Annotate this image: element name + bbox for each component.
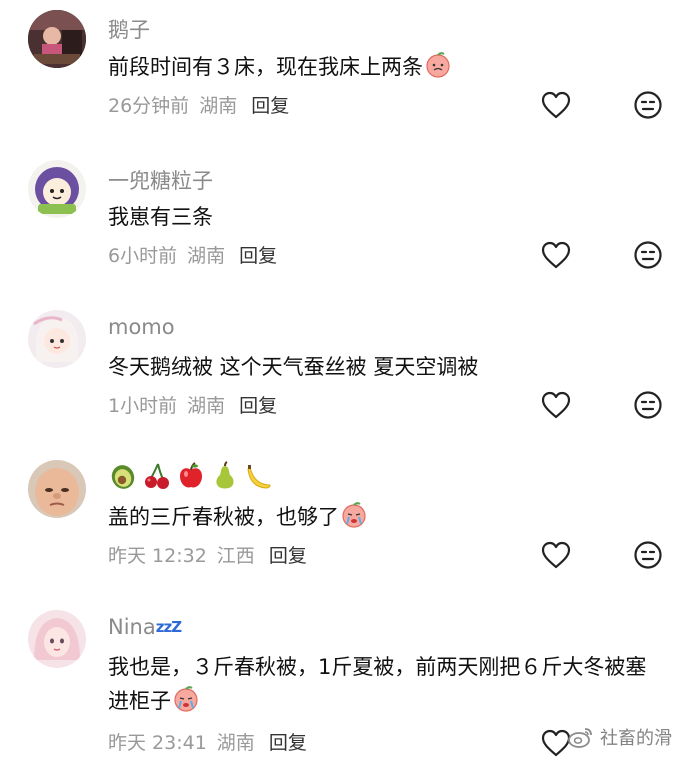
comment-text-body: 盖的三斤春秋被，也够了 bbox=[108, 505, 339, 529]
comment-text-body: 前段时间有３床，现在我床上两条 bbox=[108, 55, 423, 79]
comment-location: 湖南 bbox=[187, 395, 226, 417]
reply-button[interactable]: 回复 bbox=[239, 245, 277, 267]
like-button[interactable] bbox=[539, 538, 573, 572]
reply-button[interactable]: 回复 bbox=[239, 395, 277, 417]
avatar[interactable] bbox=[28, 160, 86, 218]
reply-button[interactable]: 回复 bbox=[269, 545, 307, 567]
neutral-face-icon bbox=[634, 391, 662, 419]
avatar[interactable] bbox=[28, 610, 86, 668]
dislike-button[interactable] bbox=[631, 538, 665, 572]
like-button[interactable] bbox=[539, 388, 573, 422]
neutral-face-icon bbox=[634, 91, 662, 119]
comment-location: 江西 bbox=[216, 545, 255, 567]
crying-peach-emoji-icon bbox=[174, 686, 198, 712]
like-button[interactable] bbox=[539, 88, 573, 122]
username[interactable]: 鹅子 bbox=[108, 14, 150, 44]
comment-time: 昨天 12:32 bbox=[108, 545, 207, 567]
watermark: 社畜的滑 bbox=[568, 724, 672, 750]
username-text: Nina bbox=[108, 615, 156, 639]
username[interactable]: momo bbox=[108, 315, 175, 339]
comment-meta: 26分钟前 湖南 回复 bbox=[108, 91, 289, 118]
comment-time: 1小时前 bbox=[108, 395, 178, 417]
like-button[interactable] bbox=[539, 238, 573, 272]
dislike-button[interactable] bbox=[631, 88, 665, 122]
comment-meta: 昨天 23:41 湖南 回复 bbox=[108, 728, 307, 755]
avocado-icon bbox=[111, 465, 135, 489]
neutral-face-icon bbox=[634, 241, 662, 269]
username[interactable]: NinazzZ bbox=[108, 615, 182, 639]
dislike-button[interactable] bbox=[631, 238, 665, 272]
heart-icon bbox=[541, 91, 571, 119]
comment-text: 前段时间有３床，现在我床上两条 bbox=[108, 50, 650, 84]
avatar[interactable] bbox=[28, 10, 86, 68]
username-emoji-row[interactable] bbox=[108, 461, 278, 491]
reply-button[interactable]: 回复 bbox=[269, 732, 307, 754]
comment-location: 湖南 bbox=[199, 95, 238, 117]
heart-icon bbox=[541, 729, 571, 757]
reply-button[interactable]: 回复 bbox=[251, 95, 289, 117]
heart-icon bbox=[541, 241, 571, 269]
comment-text: 我也是，３斤春秋被，1斤夏被，前两天刚把６斤大冬被塞进柜子 bbox=[108, 650, 650, 718]
banana-icon bbox=[247, 465, 271, 489]
weibo-logo-icon bbox=[568, 728, 592, 748]
watermark-text: 社畜的滑 bbox=[600, 728, 672, 749]
comment-text-body: 冬天鹅绒被 这个天气蚕丝被 夏天空调被 bbox=[108, 355, 479, 379]
pear-icon bbox=[216, 461, 234, 489]
heart-icon bbox=[541, 391, 571, 419]
comment-text: 我崽有三条 bbox=[108, 200, 650, 234]
comment-time: 26分钟前 bbox=[108, 95, 190, 117]
avatar[interactable] bbox=[28, 460, 86, 518]
sleep-zzz-icon: zzZ bbox=[155, 618, 182, 636]
cherry-icon bbox=[145, 463, 169, 489]
dislike-button[interactable] bbox=[631, 388, 665, 422]
comment-text-body: 我崽有三条 bbox=[108, 205, 213, 229]
comment-meta: 1小时前 湖南 回复 bbox=[108, 391, 277, 418]
crying-peach-emoji-icon bbox=[342, 502, 366, 528]
comment-text: 冬天鹅绒被 这个天气蚕丝被 夏天空调被 bbox=[108, 350, 650, 384]
heart-icon bbox=[541, 541, 571, 569]
username[interactable]: 一兜糖粒子 bbox=[108, 165, 213, 195]
comment-text: 盖的三斤春秋被，也够了 bbox=[108, 500, 650, 534]
comment-location: 湖南 bbox=[187, 245, 226, 267]
avatar[interactable] bbox=[28, 310, 86, 368]
comment-time: 昨天 23:41 bbox=[108, 732, 207, 754]
peach-face-emoji-icon bbox=[426, 52, 450, 78]
comment-time: 6小时前 bbox=[108, 245, 178, 267]
comment-location: 湖南 bbox=[216, 732, 255, 754]
comment-meta: 6小时前 湖南 回复 bbox=[108, 241, 277, 268]
comment-meta: 昨天 12:32 江西 回复 bbox=[108, 541, 307, 568]
apple-icon bbox=[180, 462, 202, 488]
neutral-face-icon bbox=[634, 541, 662, 569]
